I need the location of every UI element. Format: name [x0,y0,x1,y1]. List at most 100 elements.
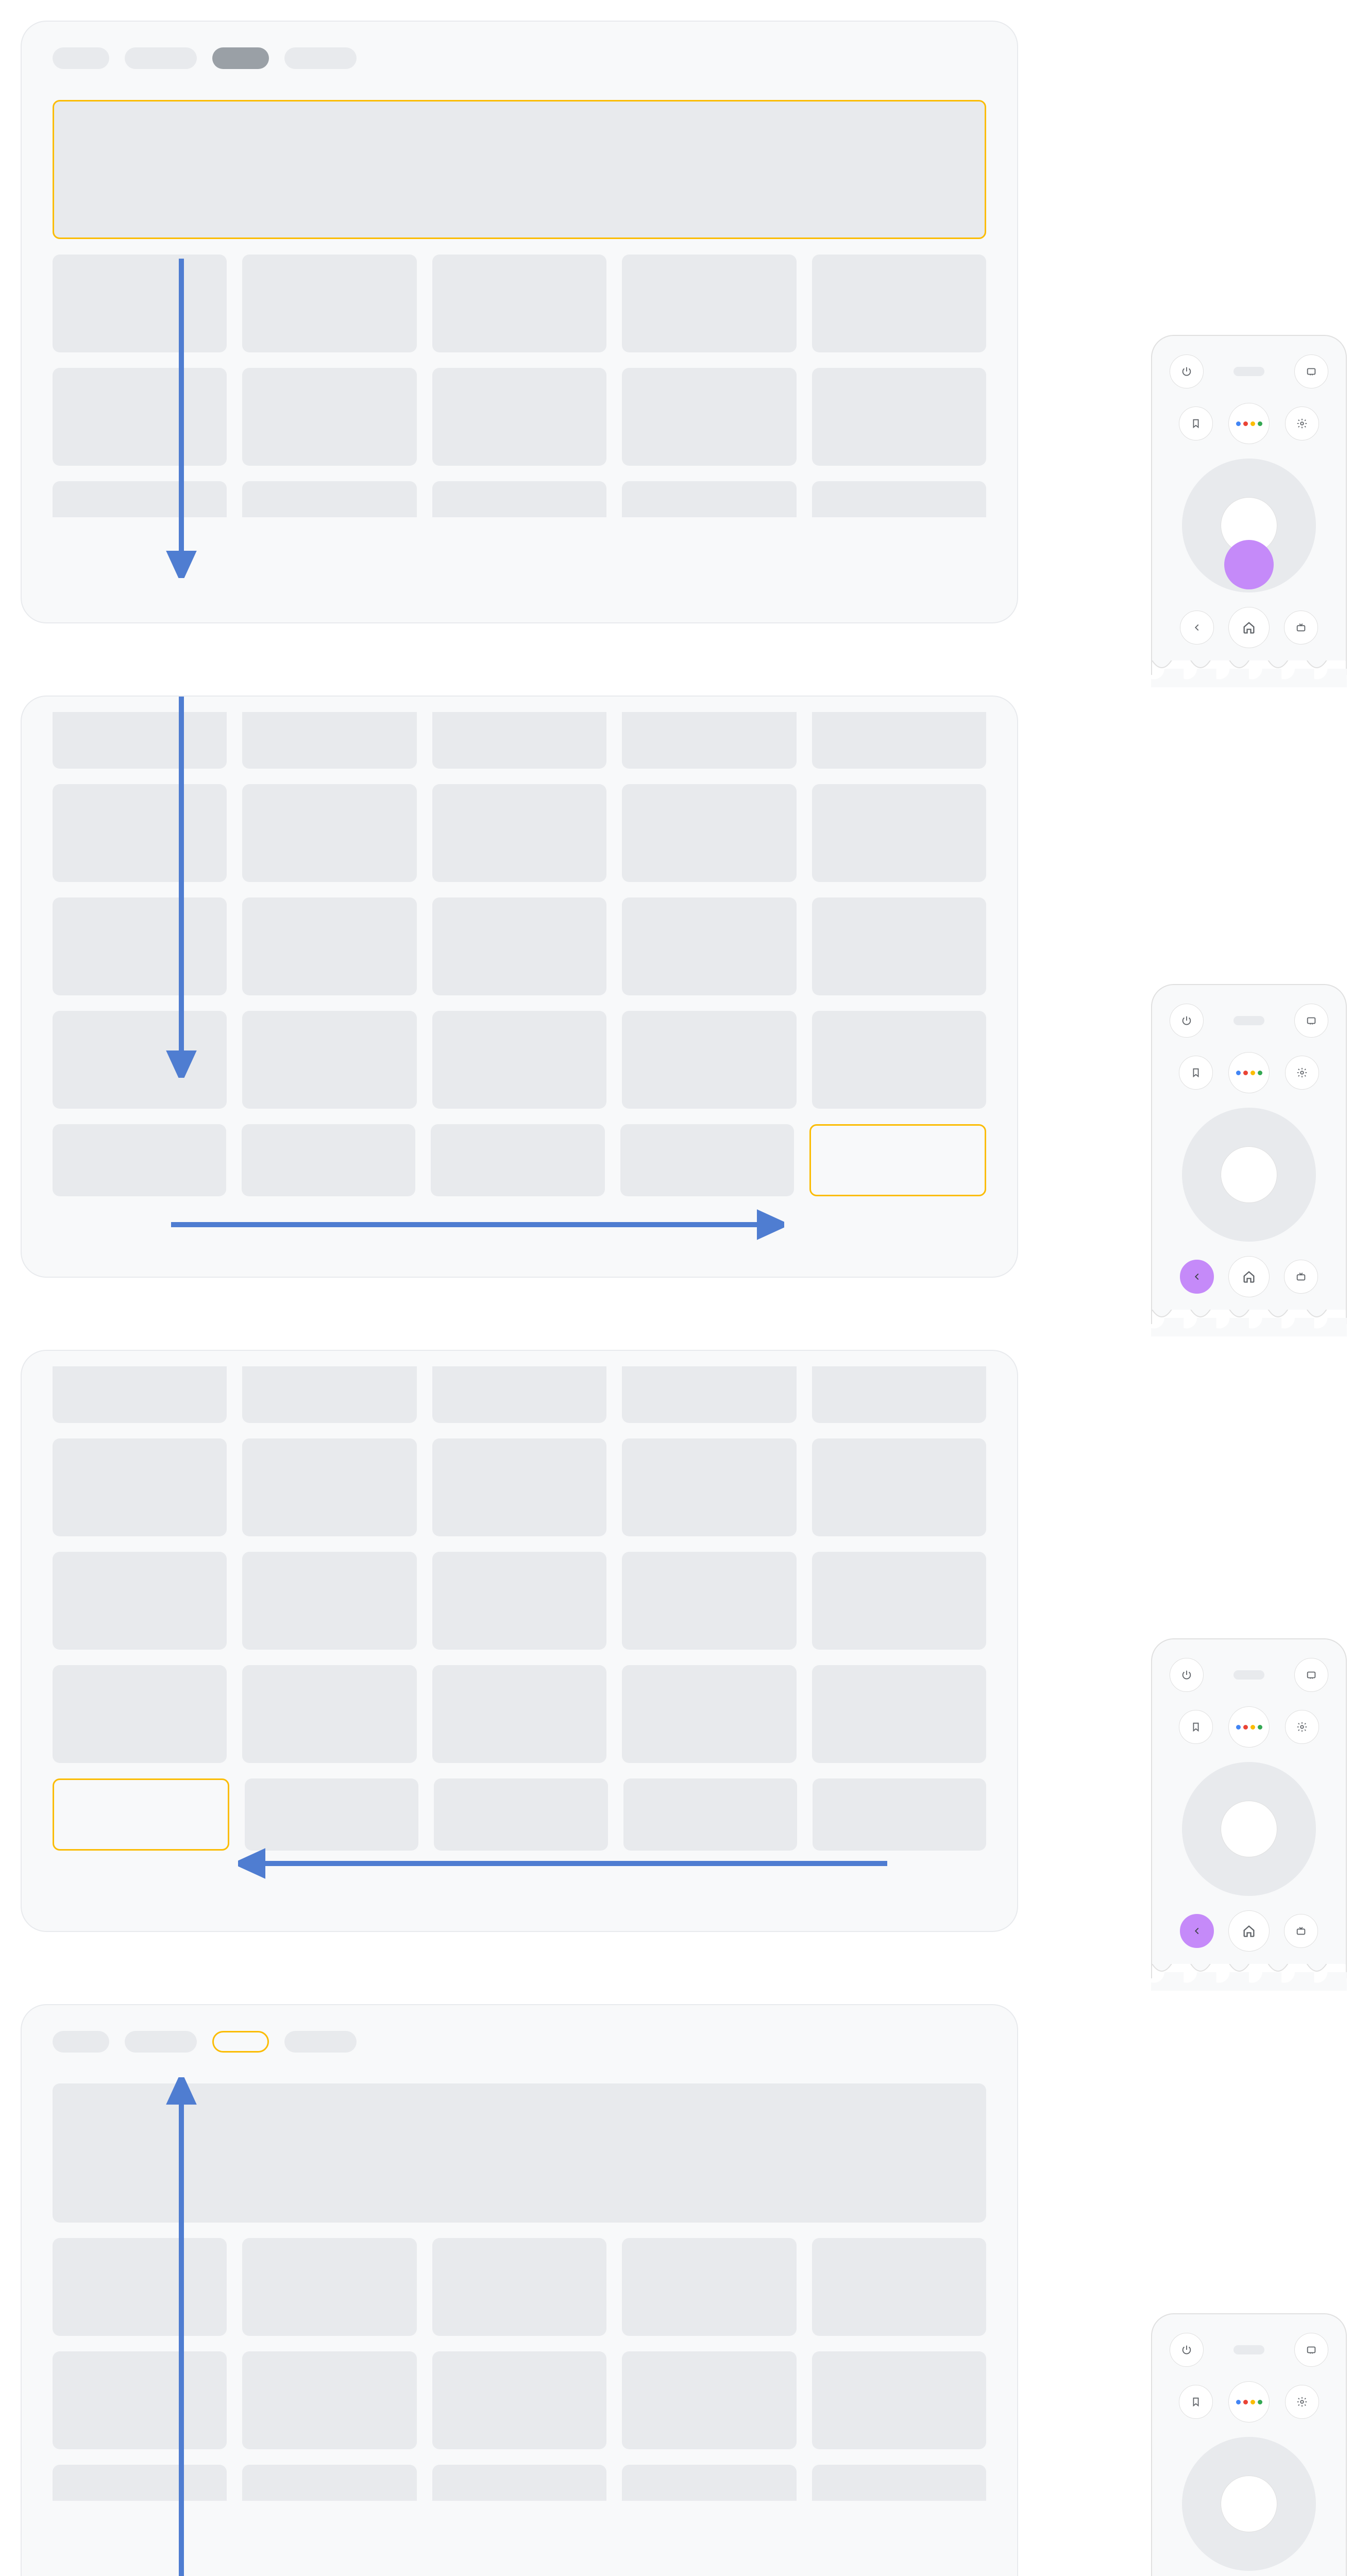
input-button[interactable] [1294,1004,1328,1038]
tile[interactable] [53,1665,227,1763]
tile[interactable] [812,2465,986,2501]
tile[interactable] [53,1438,227,1536]
tile[interactable] [432,2351,606,2449]
tile[interactable] [53,481,227,517]
tile[interactable] [812,784,986,882]
home-button[interactable] [1228,1256,1270,1297]
tile[interactable] [53,712,227,769]
dpad-select[interactable] [1221,1801,1277,1857]
tile[interactable] [53,897,227,995]
tile[interactable] [432,1011,606,1109]
input-button[interactable] [1294,2333,1328,2367]
tile[interactable] [432,255,606,352]
tile[interactable] [242,1011,416,1109]
tile[interactable] [622,1552,796,1650]
power-button[interactable] [1170,2333,1204,2367]
settings-button[interactable] [1285,1710,1319,1744]
tile[interactable] [242,368,416,466]
tile[interactable] [622,1665,796,1763]
power-button[interactable] [1170,1004,1204,1038]
tile[interactable] [242,481,416,517]
input-button[interactable] [1294,1658,1328,1692]
tile[interactable] [53,2351,227,2449]
tile[interactable] [432,481,606,517]
tile[interactable] [242,255,416,352]
tile[interactable] [53,1366,227,1423]
tile[interactable] [53,2465,227,2501]
dpad[interactable] [1182,1108,1316,1242]
tile[interactable] [53,2238,227,2336]
tile[interactable] [432,1552,606,1650]
tile[interactable] [53,1011,227,1109]
tile[interactable] [623,1778,797,1851]
tile[interactable] [242,1438,416,1536]
tab[interactable] [284,47,357,69]
tile[interactable] [622,255,796,352]
tile[interactable] [620,1124,794,1196]
tile[interactable] [812,1552,986,1650]
power-button[interactable] [1170,354,1204,388]
dpad-select[interactable] [1221,1146,1277,1203]
assistant-button[interactable] [1228,1052,1270,1093]
tile[interactable] [622,2465,796,2501]
tile[interactable] [622,2238,796,2336]
tile[interactable] [622,712,796,769]
dpad[interactable] [1182,2437,1316,2571]
home-button[interactable] [1228,1910,1270,1952]
assistant-button[interactable] [1228,2381,1270,2422]
tab-active[interactable] [212,47,269,69]
tile[interactable] [242,1665,416,1763]
tile[interactable] [812,2351,986,2449]
dpad-down-highlight[interactable] [1224,540,1274,589]
tile[interactable] [812,1011,986,1109]
tile[interactable] [622,2351,796,2449]
tile[interactable] [242,784,416,882]
live-tv-button[interactable] [1284,611,1318,645]
dpad-select[interactable] [1221,2476,1277,2532]
tile[interactable] [812,2238,986,2336]
tile[interactable] [622,1438,796,1536]
tile[interactable] [242,1124,415,1196]
tile-focused[interactable] [53,1778,229,1851]
back-button-highlight[interactable] [1180,1260,1214,1294]
tile[interactable] [53,1552,227,1650]
tile[interactable] [53,255,227,352]
tile[interactable] [812,368,986,466]
tile[interactable] [432,1438,606,1536]
tile[interactable] [622,1011,796,1109]
tile[interactable] [432,1665,606,1763]
tile[interactable] [242,2465,416,2501]
tile[interactable] [812,1665,986,1763]
tile[interactable] [432,368,606,466]
tile[interactable] [622,368,796,466]
tab[interactable] [125,47,197,69]
tile[interactable] [622,784,796,882]
tile[interactable] [242,897,416,995]
tile[interactable] [53,368,227,466]
tile[interactable] [53,784,227,882]
tile[interactable] [622,897,796,995]
assistant-button[interactable] [1228,403,1270,444]
tile-focused[interactable] [809,1124,986,1196]
settings-button[interactable] [1285,1056,1319,1090]
bookmark-button[interactable] [1179,406,1213,440]
settings-button[interactable] [1285,2385,1319,2419]
tile[interactable] [53,1124,226,1196]
settings-button[interactable] [1285,406,1319,440]
tile[interactable] [622,481,796,517]
tile[interactable] [812,481,986,517]
tile[interactable] [812,712,986,769]
power-button[interactable] [1170,1658,1204,1692]
dpad[interactable] [1182,459,1316,592]
tile[interactable] [432,1366,606,1423]
tile[interactable] [813,1778,986,1851]
bookmark-button[interactable] [1179,1710,1213,1744]
tile[interactable] [622,1366,796,1423]
dpad[interactable] [1182,1762,1316,1896]
tile[interactable] [245,1778,418,1851]
assistant-button[interactable] [1228,1706,1270,1748]
tile[interactable] [431,1124,604,1196]
tile[interactable] [242,2238,416,2336]
tile[interactable] [242,1552,416,1650]
live-tv-button[interactable] [1284,1260,1318,1294]
